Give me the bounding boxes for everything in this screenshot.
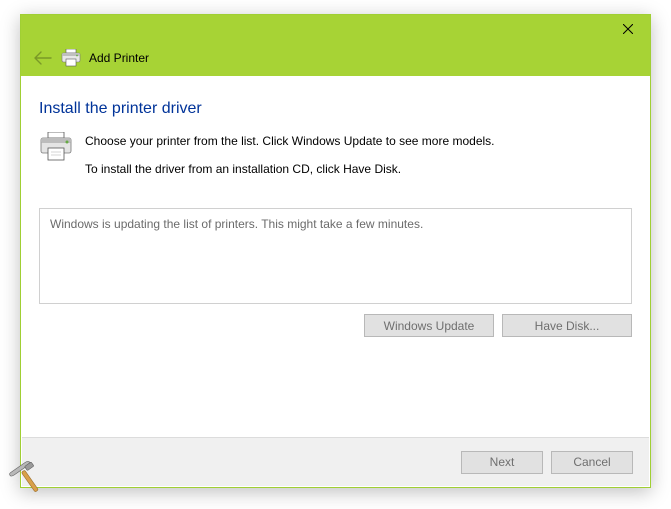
back-button [34, 49, 52, 70]
have-disk-button[interactable]: Have Disk... [502, 314, 632, 337]
instruction-line-1: Choose your printer from the list. Click… [85, 132, 495, 150]
listbox-buttons: Windows Update Have Disk... [37, 314, 632, 337]
instruction-text: Choose your printer from the list. Click… [85, 132, 495, 188]
printer-icon-large [39, 132, 71, 167]
instruction-line-2: To install the driver from an installati… [85, 160, 495, 178]
hammer-icon [6, 456, 48, 503]
back-arrow-icon [34, 51, 52, 65]
list-status-text: Windows is updating the list of printers… [50, 217, 423, 231]
printer-listbox[interactable]: Windows is updating the list of printers… [39, 208, 632, 304]
page-heading: Install the printer driver [39, 100, 634, 118]
close-button[interactable] [605, 15, 650, 43]
next-button[interactable]: Next [461, 451, 543, 474]
windows-update-button[interactable]: Windows Update [364, 314, 494, 337]
instruction-row: Choose your printer from the list. Click… [37, 132, 634, 188]
close-icon [623, 24, 633, 34]
content-area: Install the printer driver Choose your p… [21, 76, 650, 437]
cancel-button[interactable]: Cancel [551, 451, 633, 474]
dialog-title: Add Printer [89, 51, 149, 65]
add-printer-dialog: Add Printer Install the printer driver C… [20, 14, 651, 488]
printer-icon [61, 49, 81, 72]
titlebar: Add Printer [21, 15, 650, 76]
footer-button-row: Next Cancel [22, 437, 649, 486]
